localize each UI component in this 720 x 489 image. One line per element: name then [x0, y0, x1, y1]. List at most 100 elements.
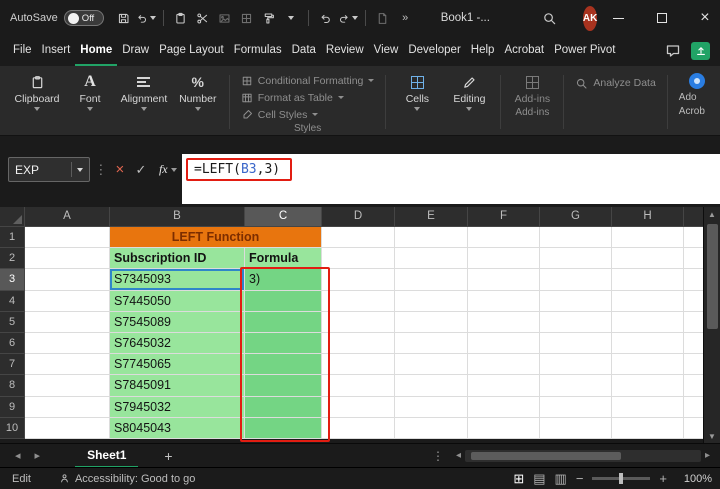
cell-b4[interactable]: S7445050 — [110, 291, 245, 312]
vertical-scrollbar-thumb[interactable] — [707, 224, 718, 329]
cell-b6[interactable]: S7645032 — [110, 333, 245, 354]
conditional-formatting-button[interactable]: Conditional Formatting — [241, 72, 375, 89]
tab-view[interactable]: View — [369, 36, 404, 66]
cell[interactable] — [395, 333, 468, 354]
column-header-d[interactable]: D — [322, 207, 395, 227]
cell[interactable] — [25, 227, 110, 248]
sheet-tab-sheet1[interactable]: Sheet1 — [75, 444, 138, 468]
cell[interactable] — [612, 269, 684, 290]
tab-power-pivot[interactable]: Power Pivot — [549, 36, 620, 66]
select-all-corner[interactable] — [0, 207, 25, 227]
row-header-10[interactable]: 10 — [0, 418, 25, 439]
clipboard-icon[interactable] — [171, 6, 191, 30]
cell[interactable] — [612, 397, 684, 418]
row-header-9[interactable]: 9 — [0, 397, 25, 418]
cell[interactable] — [25, 418, 110, 439]
cell[interactable] — [25, 354, 110, 375]
toolbar-overflow-icon[interactable]: » — [395, 6, 415, 30]
tab-home[interactable]: Home — [75, 36, 117, 66]
cell[interactable] — [25, 375, 110, 396]
cell[interactable] — [395, 397, 468, 418]
column-header-b[interactable]: B — [110, 207, 245, 227]
column-header-a[interactable]: A — [25, 207, 110, 227]
column-header-c[interactable]: C — [245, 207, 322, 227]
cell[interactable] — [395, 312, 468, 333]
ribbon-group-addins[interactable]: Add-ins Add-ins — [506, 71, 558, 133]
horizontal-scrollbar[interactable]: ◂ ▸ — [452, 450, 714, 462]
column-header-e[interactable]: E — [395, 207, 468, 227]
cell[interactable] — [540, 375, 612, 396]
tab-developer[interactable]: Developer — [403, 36, 465, 66]
cell[interactable] — [468, 375, 540, 396]
cell-c5[interactable] — [245, 312, 322, 333]
sheet-nav-right-icon[interactable]: ▸ — [28, 449, 48, 462]
redo-dropdown-icon[interactable] — [352, 16, 358, 20]
format-as-table-button[interactable]: Format as Table — [241, 89, 375, 106]
cell[interactable] — [468, 397, 540, 418]
page-break-view-icon[interactable]: ▥ — [555, 471, 567, 487]
formula-input[interactable]: =LEFT(B3,3) — [182, 154, 720, 204]
cell-b10[interactable]: S8045043 — [110, 418, 245, 439]
column-header-g[interactable]: G — [540, 207, 612, 227]
adobe-acrobat-group[interactable]: Ado Acrob — [673, 71, 716, 133]
ribbon-group-alignment[interactable]: Alignment — [116, 71, 172, 133]
cell[interactable] — [25, 397, 110, 418]
cell-b8[interactable]: S7845091 — [110, 375, 245, 396]
redo-icon[interactable] — [338, 6, 358, 30]
cell[interactable] — [322, 333, 395, 354]
row-header-4[interactable]: 4 — [0, 291, 25, 312]
share-icon[interactable] — [691, 42, 710, 60]
autosave-switch[interactable]: Off — [64, 10, 104, 26]
cell-b2[interactable]: Subscription ID — [110, 248, 245, 269]
merged-title-cell[interactable]: LEFT Function — [110, 227, 322, 248]
cell[interactable] — [540, 333, 612, 354]
tab-review[interactable]: Review — [321, 36, 369, 66]
scroll-down-icon[interactable]: ▼ — [704, 429, 720, 443]
cell-styles-button[interactable]: Cell Styles — [241, 106, 375, 123]
cell[interactable] — [468, 312, 540, 333]
formula-bar-splitter[interactable]: ⋮ — [94, 157, 107, 182]
format-painter-icon[interactable] — [259, 6, 279, 30]
tab-file[interactable]: File — [8, 36, 37, 66]
cell[interactable] — [322, 354, 395, 375]
zoom-out-button[interactable]: − — [576, 471, 584, 486]
zoom-slider[interactable] — [592, 477, 650, 480]
sheet-nav-left-icon[interactable]: ◂ — [8, 449, 28, 462]
cell[interactable] — [540, 248, 612, 269]
sheet-options-dots-icon[interactable]: ⋮ — [432, 449, 444, 463]
row-header-5[interactable]: 5 — [0, 312, 25, 333]
cut-icon[interactable] — [193, 6, 213, 30]
cell-b7[interactable]: S7745065 — [110, 354, 245, 375]
cell[interactable] — [612, 354, 684, 375]
undo-icon[interactable] — [316, 6, 336, 30]
tab-draw[interactable]: Draw — [117, 36, 154, 66]
normal-view-icon[interactable]: ⊞ — [513, 471, 524, 487]
cell[interactable] — [468, 418, 540, 439]
cell[interactable] — [25, 269, 110, 290]
cell[interactable] — [468, 333, 540, 354]
cell[interactable] — [612, 248, 684, 269]
cell[interactable] — [395, 375, 468, 396]
row-header-8[interactable]: 8 — [0, 375, 25, 396]
autosave-toggle[interactable]: AutoSave Off — [10, 10, 104, 26]
cell[interactable] — [540, 269, 612, 290]
horizontal-scrollbar-thumb[interactable] — [471, 452, 621, 460]
name-box[interactable]: EXP — [8, 157, 90, 182]
cell[interactable] — [395, 248, 468, 269]
zoom-slider-thumb[interactable] — [619, 473, 623, 484]
cancel-icon[interactable]: × — [111, 157, 128, 182]
scroll-up-icon[interactable]: ▲ — [704, 207, 720, 221]
cell[interactable] — [395, 227, 468, 248]
cell-b9[interactable]: S7945032 — [110, 397, 245, 418]
row-header-7[interactable]: 7 — [0, 354, 25, 375]
cell[interactable] — [395, 354, 468, 375]
column-header-h[interactable]: H — [612, 207, 684, 227]
cell[interactable] — [322, 248, 395, 269]
save-icon[interactable] — [114, 6, 134, 30]
cell[interactable] — [25, 248, 110, 269]
zoom-level[interactable]: 100% — [676, 473, 712, 485]
undo-icon[interactable] — [136, 6, 156, 30]
cell[interactable] — [25, 291, 110, 312]
scroll-right-icon[interactable]: ▸ — [701, 450, 714, 461]
cell[interactable] — [612, 375, 684, 396]
